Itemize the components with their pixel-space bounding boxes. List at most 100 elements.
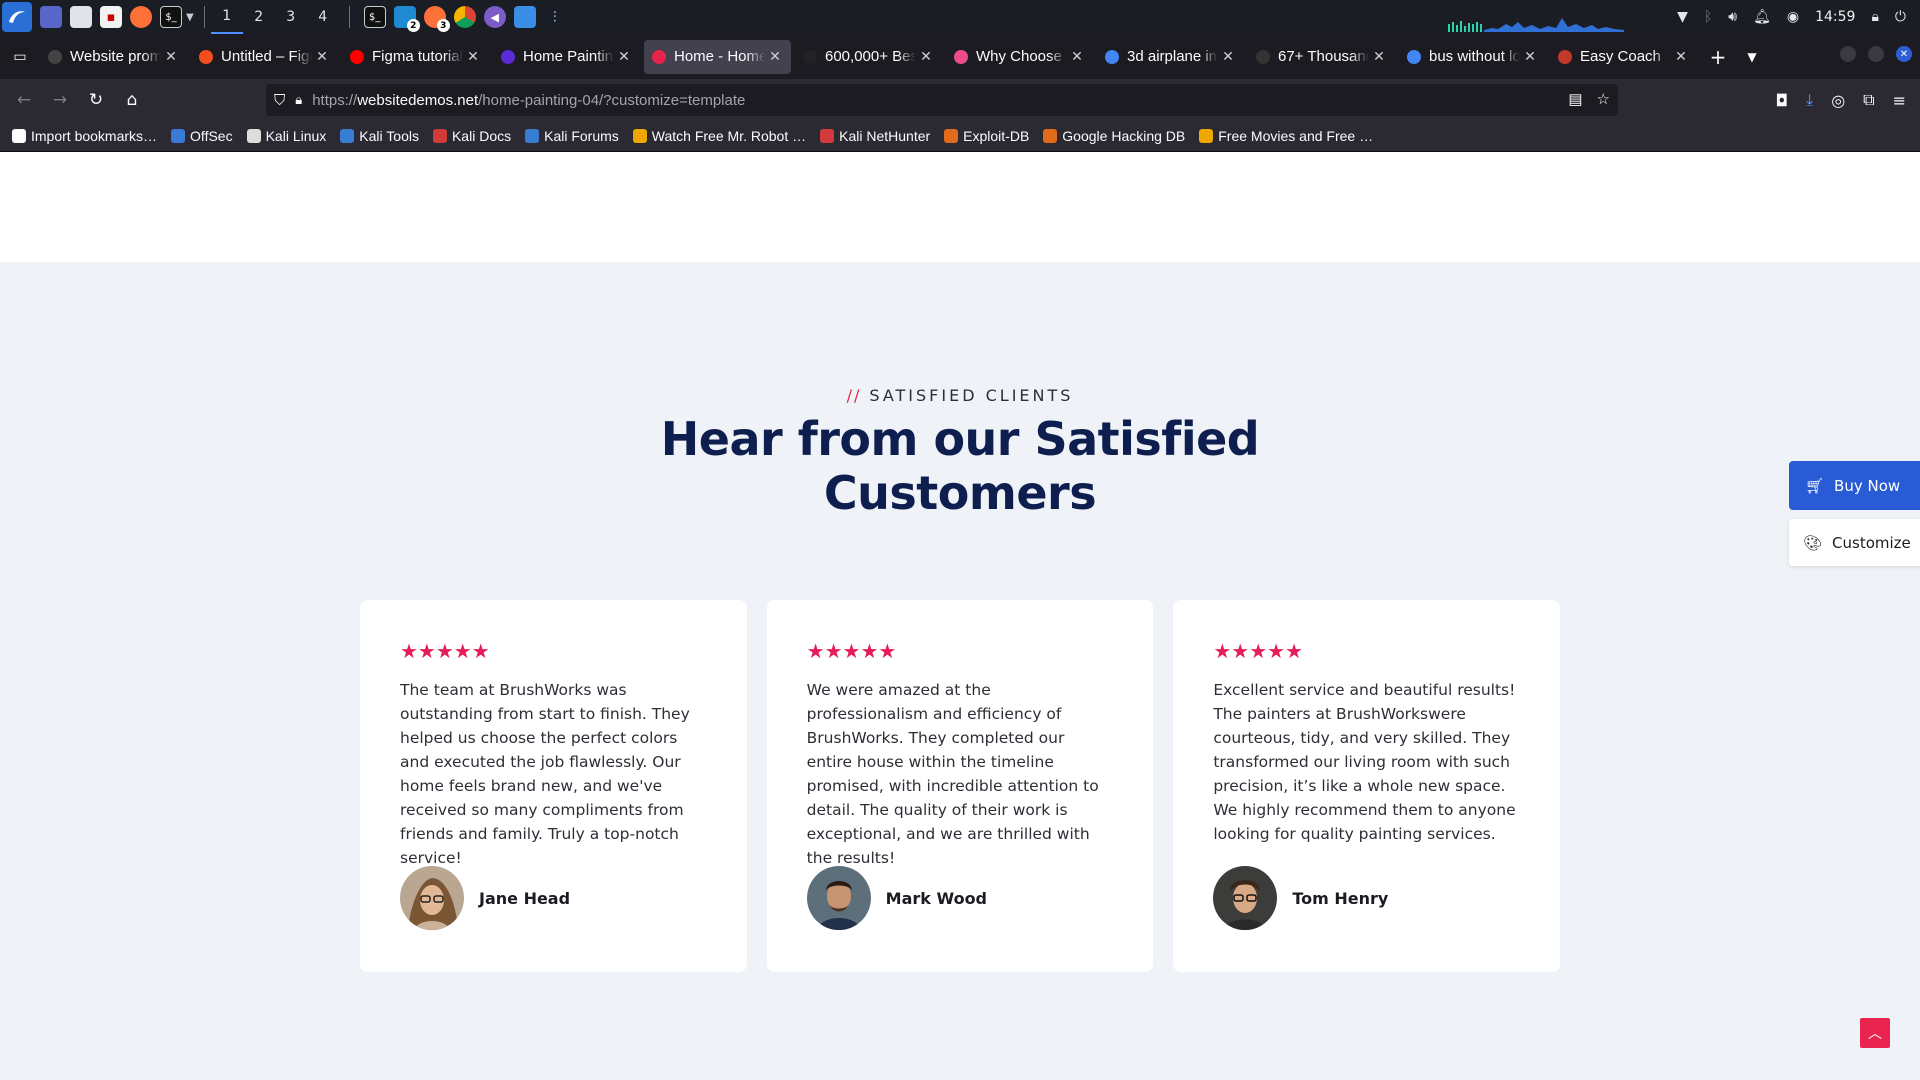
minimize-icon[interactable]: [1840, 46, 1856, 62]
close-tab-icon[interactable]: ✕: [314, 49, 330, 65]
close-tab-icon[interactable]: ✕: [465, 49, 481, 65]
browser-tab[interactable]: 600,000+ Bes ✕: [795, 40, 942, 74]
bookmark-item[interactable]: Kali NetHunter: [820, 128, 930, 144]
close-tab-icon[interactable]: ✕: [1371, 49, 1387, 65]
bookmark-star-icon[interactable]: ☆: [1597, 90, 1610, 108]
browser-tab[interactable]: Untitled – Figm ✕: [191, 40, 338, 74]
section-eyebrow: // SATISFIED CLIENTS: [0, 386, 1920, 405]
desktop-icon[interactable]: [40, 6, 62, 28]
buy-now-button[interactable]: 🛒︎ Buy Now: [1789, 461, 1920, 510]
volume-icon[interactable]: 🔊︎: [1728, 9, 1737, 25]
reload-icon[interactable]: ↻: [78, 84, 114, 116]
bookmark-label: Exploit-DB: [963, 128, 1030, 144]
os-taskbar: ▪ $_ ▼ 1 2 3 4 $_ 2 3 ◀ ⫶ ▼ ᛒ 🔊︎ 🔔︎ ◉ 14…: [0, 0, 1920, 34]
close-tab-icon[interactable]: ✕: [1220, 49, 1236, 65]
cart-icon: 🛒︎: [1805, 476, 1825, 495]
new-tab-icon[interactable]: +: [1701, 45, 1735, 69]
bookmark-item[interactable]: Kali Docs: [432, 128, 511, 144]
pocket-icon[interactable]: ◘: [1775, 91, 1788, 110]
pexels-icon: [803, 49, 817, 64]
bookmark-item[interactable]: Kali Forums: [525, 128, 619, 144]
terminal-window-icon[interactable]: $_: [363, 6, 386, 28]
reader-view-icon[interactable]: ▤: [1568, 90, 1582, 108]
tab-title: Figma tutorial: [372, 48, 463, 65]
bookmark-item[interactable]: Free Movies and Free …: [1199, 128, 1373, 144]
scroll-to-top-button[interactable]: ︿: [1860, 1018, 1890, 1048]
account-icon[interactable]: ◎: [1831, 91, 1845, 110]
workspace-3[interactable]: 3: [275, 0, 307, 34]
url-bar-actions: ▤ ☆: [1568, 90, 1610, 108]
menu-hamburger-icon[interactable]: ≡: [1893, 91, 1906, 110]
browser-tab[interactable]: bus without lo ✕: [1399, 40, 1546, 74]
workspace-2[interactable]: 2: [243, 0, 275, 34]
file-manager-icon[interactable]: [70, 6, 92, 28]
close-tab-icon[interactable]: ✕: [1069, 49, 1085, 65]
power-icon[interactable]: ⏻: [1895, 9, 1906, 25]
workspace-4[interactable]: 4: [307, 0, 339, 34]
author-name: Tom Henry: [1292, 888, 1389, 908]
chevron-down-icon[interactable]: ▼: [186, 12, 194, 23]
ghdb-icon: [1043, 129, 1058, 143]
browser-tab[interactable]: Home Painting ✕: [493, 40, 640, 74]
testimonial-card: ★★★★★ Excellent service and beautiful re…: [1173, 600, 1561, 972]
bookmarks-toolbar: Import bookmarks… OffSec Kali Linux Kali To…: [0, 121, 1920, 152]
kali-docs-icon: [432, 129, 447, 143]
close-tab-icon[interactable]: ✕: [616, 49, 632, 65]
maximize-icon[interactable]: [1868, 46, 1884, 62]
browser-tab[interactable]: 67+ Thousand ✕: [1248, 40, 1395, 74]
clock[interactable]: 14:59: [1815, 9, 1855, 25]
bookmark-item[interactable]: Import bookmarks…: [12, 128, 157, 144]
vscode-icon[interactable]: 2: [393, 6, 420, 32]
browser-tab[interactable]: Home - Home ✕: [644, 39, 791, 74]
bookmark-item[interactable]: Kali Tools: [340, 128, 419, 144]
notification-bell-icon[interactable]: 🔔︎: [1753, 9, 1771, 25]
tracking-shield-icon[interactable]: ⛉: [274, 92, 285, 109]
close-tab-icon[interactable]: ✕: [1522, 49, 1538, 65]
browser-tab[interactable]: Figma tutorial ✕: [342, 40, 489, 74]
forward-arrow-icon[interactable]: →: [42, 84, 78, 116]
browser-tab[interactable]: Easy Coach ✕: [1550, 40, 1697, 74]
browser-tab[interactable]: Why Choose U ✕: [946, 40, 1093, 74]
nethunter-icon: [820, 129, 835, 143]
workspace-1[interactable]: 1: [210, 0, 243, 34]
lock-icon[interactable]: 🔒︎: [1871, 9, 1878, 25]
close-tab-icon[interactable]: ✕: [918, 49, 934, 65]
terminal-icon[interactable]: $_: [160, 6, 182, 28]
customize-button[interactable]: 🎨︎ Customize: [1789, 519, 1920, 566]
url-scheme: https://: [312, 91, 358, 109]
bookmark-item[interactable]: Watch Free Mr. Robot …: [632, 128, 806, 144]
browser-tab[interactable]: 3d airplane im ✕: [1097, 40, 1244, 74]
extensions-icon[interactable]: ⧉: [1863, 90, 1874, 110]
offsec-icon: [171, 129, 186, 143]
close-tab-icon[interactable]: ✕: [1673, 49, 1689, 65]
bluetooth-icon[interactable]: ᛒ: [1704, 9, 1712, 25]
audio-app-icon[interactable]: ◀: [483, 6, 506, 28]
padlock-icon[interactable]: 🔒︎: [295, 92, 302, 108]
url-path: /home-painting-04/?customize=template: [478, 91, 746, 109]
bookmark-item[interactable]: Google Hacking DB: [1043, 128, 1185, 144]
close-tab-icon[interactable]: ✕: [767, 49, 783, 65]
bookmark-item[interactable]: Exploit-DB: [944, 128, 1029, 144]
firefox-window-icon[interactable]: 3: [423, 6, 450, 32]
close-tab-icon[interactable]: ✕: [163, 49, 179, 65]
close-window-icon[interactable]: ✕: [1896, 46, 1912, 62]
chrome-icon[interactable]: [453, 6, 476, 28]
firefox-icon[interactable]: [130, 6, 152, 28]
power-manager-icon[interactable]: ◉: [1787, 9, 1799, 25]
browser-tab[interactable]: Website prom ✕: [40, 40, 187, 74]
list-all-tabs-icon[interactable]: ▼: [1735, 50, 1769, 64]
bookmark-item[interactable]: Kali Linux: [246, 128, 326, 144]
home-icon[interactable]: ⌂: [114, 84, 150, 116]
text-editor-icon[interactable]: ▪: [100, 6, 122, 28]
testimonial-cards: ★★★★★ The team at BrushWorks was outstan…: [360, 600, 1561, 972]
rating-stars: ★★★★★: [400, 639, 490, 663]
url-bar[interactable]: ⛉ 🔒︎ https://websitedemos.net/home-paint…: [266, 84, 1618, 116]
kali-menu-icon[interactable]: [2, 2, 32, 32]
wifi-icon[interactable]: ▼: [1677, 9, 1688, 25]
bookmark-item[interactable]: OffSec: [171, 128, 233, 144]
folder-icon[interactable]: [513, 6, 536, 28]
firefox-view-icon[interactable]: ▭: [0, 34, 40, 79]
downloads-icon[interactable]: ⤓: [1806, 90, 1813, 110]
back-arrow-icon[interactable]: ←: [6, 84, 42, 116]
settings-sliders-icon[interactable]: ⫶: [544, 6, 566, 28]
